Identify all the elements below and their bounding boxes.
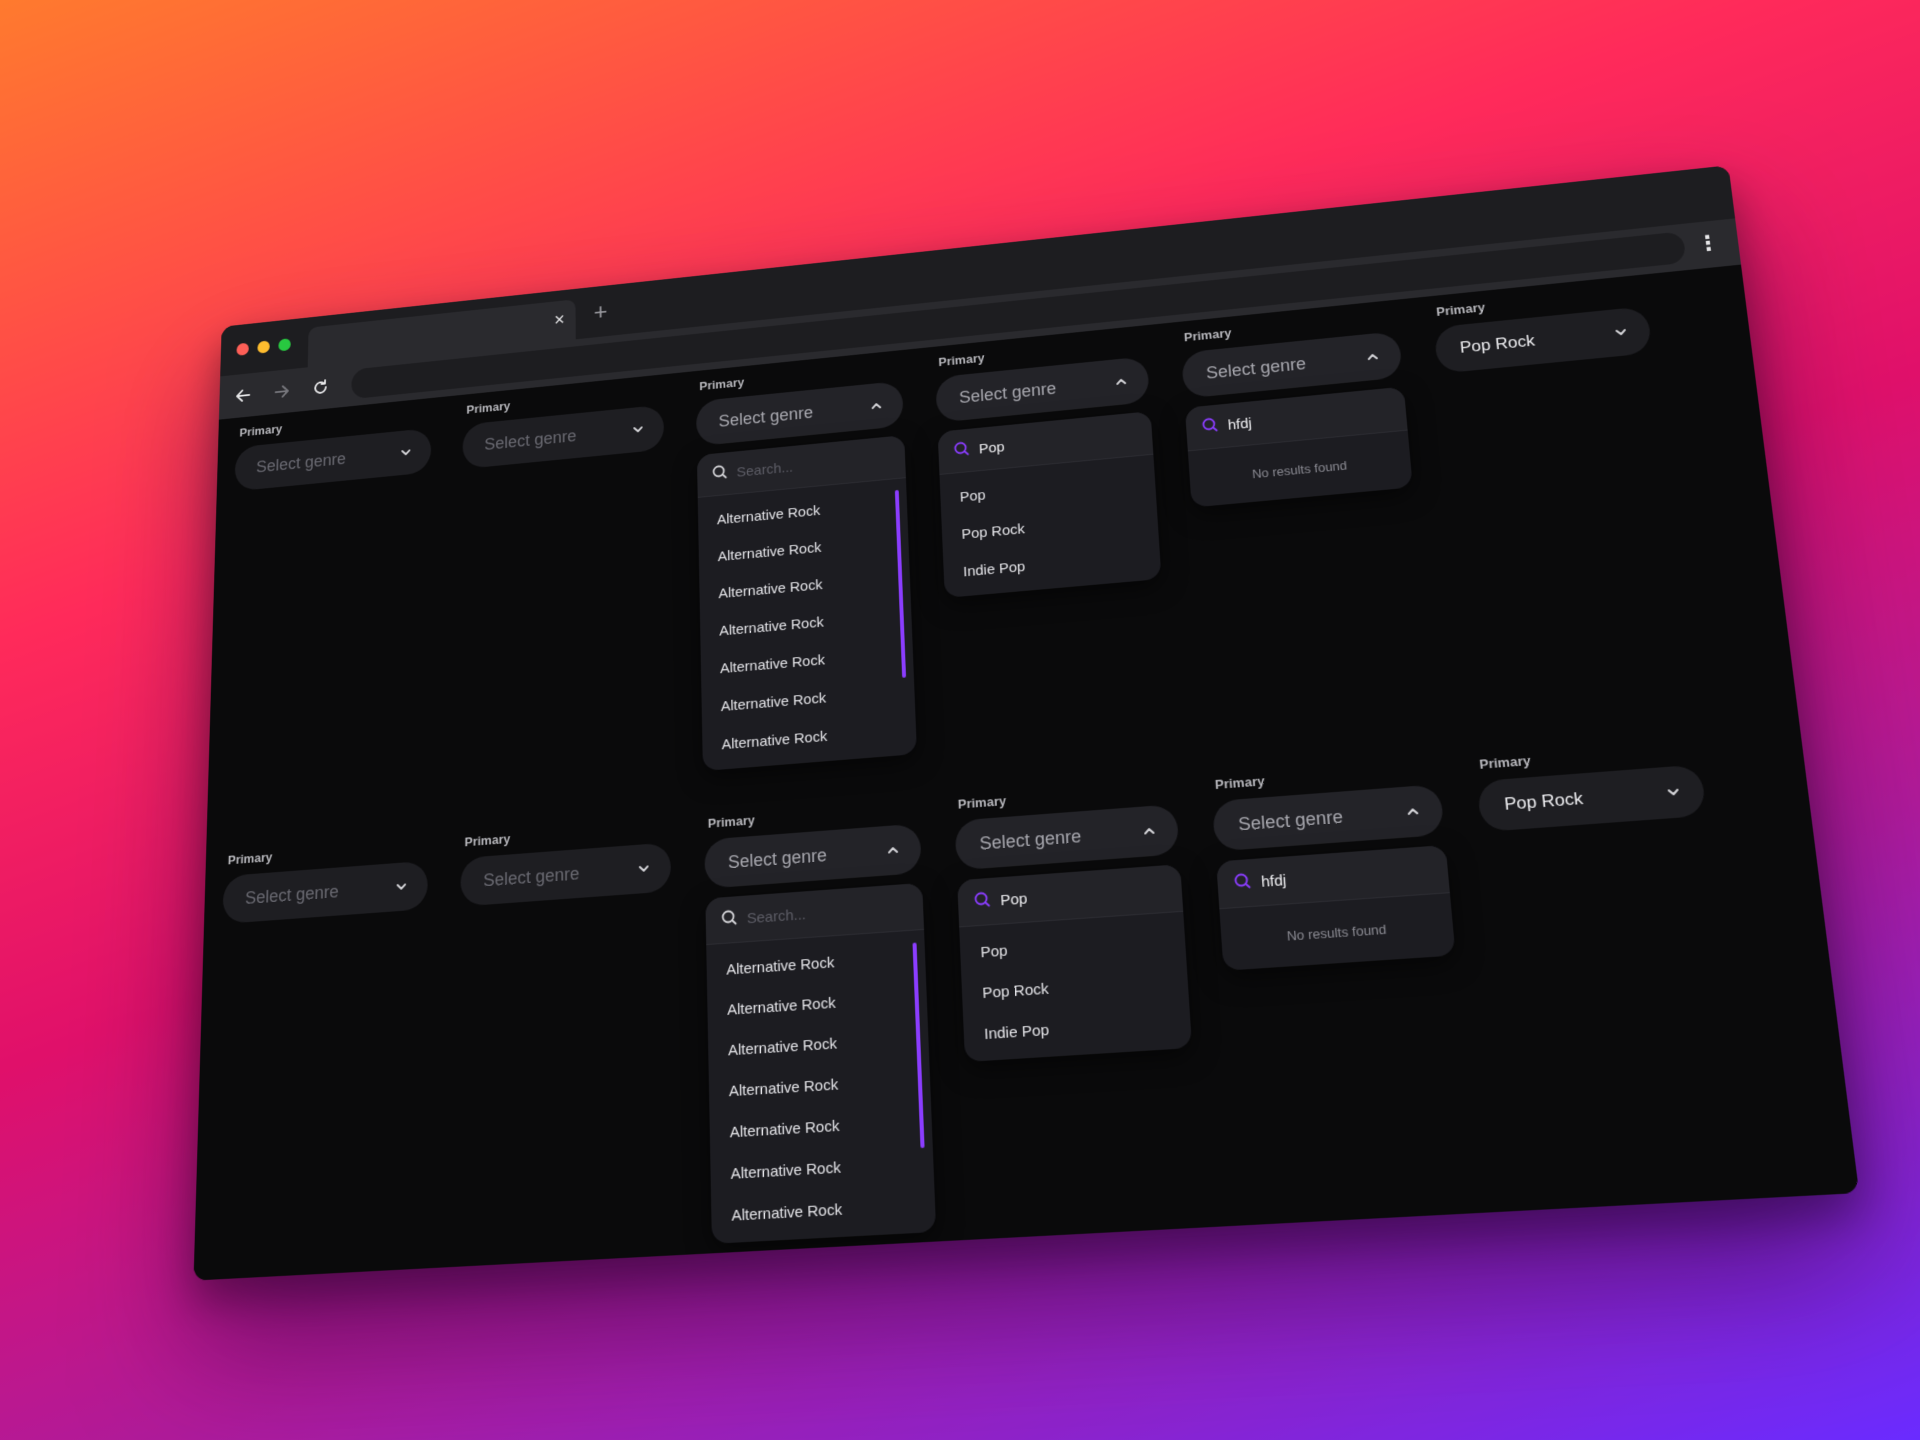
chevron-up-icon <box>1113 374 1129 390</box>
chevron-down-icon <box>636 860 652 877</box>
genre-select-no-results: Primary Select genre ✕ No results found <box>1210 760 1456 971</box>
genre-select-trigger[interactable]: Select genre <box>460 842 672 907</box>
browser-menu-icon[interactable]: ⋮ <box>1695 229 1721 257</box>
minimize-window-button[interactable] <box>257 340 270 354</box>
genre-select-open: Primary Select genre Alternative Rock Al… <box>704 800 937 1244</box>
search-input[interactable] <box>999 877 1193 909</box>
option-list: Pop Pop Rock Indie Pop <box>959 912 1192 1062</box>
dropdown-panel: ✕ Pop Pop Rock Indie Pop <box>937 411 1162 598</box>
window-controls <box>236 338 291 356</box>
selected-value: Pop Rock <box>1503 788 1584 814</box>
genre-select-trigger[interactable]: Pop Rock <box>1476 764 1707 833</box>
selected-value: Pop Rock <box>1459 331 1536 357</box>
genre-select-no-results: Primary Select genre ✕ No results found <box>1180 309 1413 508</box>
dropdown-panel: ✕ No results found <box>1184 386 1413 508</box>
select-placeholder: Select genre <box>255 449 347 476</box>
select-placeholder: Select genre <box>727 844 828 872</box>
option-list: Alternative Rock Alternative Rock Altern… <box>706 930 936 1244</box>
select-placeholder: Select genre <box>718 402 814 431</box>
chevron-up-icon <box>869 398 885 414</box>
search-icon <box>712 464 727 484</box>
chevron-down-icon <box>1664 783 1683 801</box>
search-icon <box>974 891 991 913</box>
search-input[interactable] <box>736 446 917 481</box>
browser-window: × + ⋮ Primary Select genre Primary Selec… <box>193 165 1860 1281</box>
select-placeholder: Select genre <box>979 825 1082 854</box>
genre-select-selected: Primary Pop Rock <box>1474 740 1707 833</box>
page-content: Primary Select genre Primary Select genr… <box>193 264 1860 1281</box>
option-list: Alternative Rock Alternative Rock Altern… <box>698 478 917 771</box>
close-window-button[interactable] <box>236 342 249 356</box>
genre-select-open: Primary Select genre Alternative Rock Al… <box>695 359 917 772</box>
search-icon <box>1233 872 1251 895</box>
chevron-up-icon <box>1404 803 1422 820</box>
search-icon <box>1201 416 1218 437</box>
genre-select-filtered: Primary Select genre ✕ Pop Pop <box>954 780 1193 1063</box>
genre-select-closed: Primary Select genre <box>222 838 428 924</box>
tab-close-icon[interactable]: × <box>554 309 565 331</box>
chevron-up-icon <box>885 842 901 859</box>
genre-select-trigger[interactable]: Select genre <box>1211 784 1445 852</box>
maximize-window-button[interactable] <box>278 338 291 352</box>
forward-icon[interactable] <box>266 375 297 408</box>
chevron-up-icon <box>1141 823 1158 840</box>
chevron-up-icon <box>1364 349 1381 365</box>
chevron-down-icon <box>631 422 646 438</box>
chevron-down-icon <box>399 445 414 461</box>
genre-select-closed: Primary Select genre <box>234 407 432 492</box>
search-input[interactable] <box>1260 858 1456 891</box>
genre-select-trigger[interactable]: Select genre <box>704 823 922 889</box>
select-placeholder: Select genre <box>958 378 1057 407</box>
genre-select-closed-alt: Primary Select genre <box>460 819 672 907</box>
genre-select-trigger[interactable]: Select genre <box>222 860 428 924</box>
select-placeholder: Select genre <box>1205 353 1307 383</box>
dropdown-panel: Alternative Rock Alternative Rock Altern… <box>696 435 917 772</box>
search-icon <box>721 909 737 931</box>
genre-select-trigger[interactable]: Select genre <box>954 804 1180 871</box>
chevron-down-icon <box>394 878 409 895</box>
select-placeholder: Select genre <box>244 881 339 908</box>
genre-select-selected: Primary Pop Rock <box>1432 284 1653 374</box>
dropdown-panel: ✕ No results found <box>1216 844 1456 971</box>
dropdown-panel: ✕ Pop Pop Rock Indie Pop <box>957 864 1193 1063</box>
reload-icon[interactable] <box>305 371 336 404</box>
select-placeholder: Select genre <box>484 426 577 454</box>
select-placeholder: Select genre <box>483 863 580 890</box>
back-icon[interactable] <box>228 379 259 411</box>
new-tab-icon[interactable]: + <box>594 298 608 326</box>
search-input[interactable] <box>746 895 937 927</box>
search-icon <box>953 440 969 461</box>
genre-select-closed-alt: Primary Select genre <box>462 383 665 470</box>
genre-select-filtered: Primary Select genre ✕ Pop Pop <box>934 334 1162 598</box>
search-input[interactable] <box>978 422 1162 457</box>
select-placeholder: Select genre <box>1237 806 1344 835</box>
search-input[interactable] <box>1227 398 1413 434</box>
chevron-down-icon <box>1612 324 1630 341</box>
option-list: Pop Pop Rock Indie Pop <box>939 455 1161 598</box>
dropdown-panel: Alternative Rock Alternative Rock Altern… <box>705 882 937 1244</box>
variant-row: Primary Select genre Primary Select genr… <box>194 732 1860 1281</box>
